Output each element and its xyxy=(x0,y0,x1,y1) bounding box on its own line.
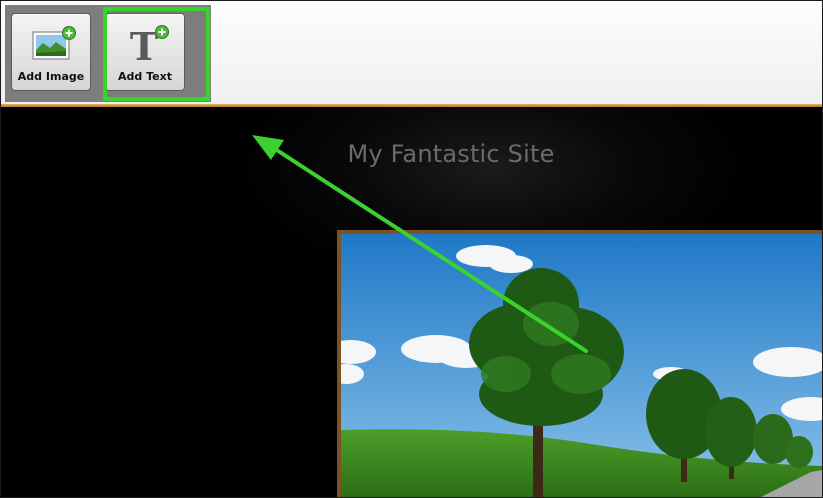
add-text-icon: T xyxy=(106,24,184,69)
toolbar: Add Image T Add Text xyxy=(1,1,822,107)
editor-window: Add Image T Add Text My Fantastic Site xyxy=(0,0,823,498)
add-text-button[interactable]: T Add Text xyxy=(105,13,185,91)
text-icon-glyph: T xyxy=(130,24,158,64)
site-title[interactable]: My Fantastic Site xyxy=(321,140,581,168)
site-photo[interactable] xyxy=(341,234,822,497)
add-text-label: Add Text xyxy=(118,70,172,83)
page-canvas[interactable]: My Fantastic Site xyxy=(1,107,822,497)
add-image-button[interactable]: Add Image xyxy=(11,13,91,91)
add-image-icon xyxy=(12,24,90,64)
add-image-label: Add Image xyxy=(17,70,85,83)
